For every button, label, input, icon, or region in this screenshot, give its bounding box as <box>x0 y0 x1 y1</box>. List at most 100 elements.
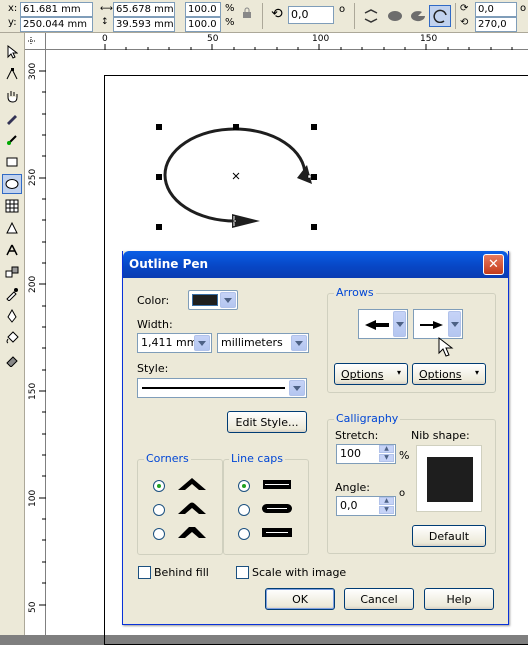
triangle-right-icon: ▾ <box>474 368 479 377</box>
angle-field[interactable]: 0,0 ▲ ▼ <box>336 496 396 516</box>
rotation-icon: ⟲ <box>271 6 283 22</box>
round-cap-icon <box>262 504 292 513</box>
y-label: y: <box>8 17 17 28</box>
x-position-field[interactable]: 61.681 mm <box>20 2 93 17</box>
units-value: millimeters <box>221 336 283 349</box>
end-angle-field[interactable]: 270,0 <box>475 17 517 32</box>
end-arrow-selector[interactable] <box>413 309 463 339</box>
outline-pen-dialog: Outline Pen ✕ Color: Width: 1,411 mm mil… <box>122 251 509 625</box>
angle-value: 0,0 <box>340 499 358 512</box>
object-height-field[interactable]: 39.593 mm <box>113 17 175 32</box>
corner-miter-radio[interactable] <box>153 480 165 492</box>
help-button[interactable]: Help <box>424 588 494 610</box>
chevron-down-icon <box>194 335 210 351</box>
behind-fill-checkbox[interactable] <box>138 566 151 579</box>
cap-butt-radio[interactable] <box>238 480 250 492</box>
selection-handle[interactable] <box>156 124 162 130</box>
edit-style-button[interactable]: Edit Style... <box>227 411 307 433</box>
mouse-cursor-icon <box>438 336 454 357</box>
rectangle-tool-icon[interactable] <box>2 152 22 172</box>
h-ruler-tick: 100 <box>312 34 330 44</box>
round-corner-icon <box>178 502 206 514</box>
basic-shapes-icon[interactable] <box>2 218 22 238</box>
ok-button[interactable]: OK <box>265 588 335 610</box>
width-combo[interactable]: 1,411 mm <box>137 333 212 353</box>
line-style-combo[interactable] <box>137 378 307 398</box>
selection-handle[interactable] <box>311 224 317 230</box>
eyedropper-icon[interactable] <box>2 284 22 304</box>
corner-bevel-radio[interactable] <box>153 528 165 540</box>
bevel-corner-icon <box>178 527 206 538</box>
pie-mode-icon[interactable] <box>407 5 429 27</box>
spin-down-icon[interactable]: ▼ <box>379 454 394 462</box>
dialog-titlebar[interactable]: Outline Pen ✕ <box>123 251 508 278</box>
text-tool-icon[interactable] <box>2 240 22 260</box>
rotation-field[interactable]: 0,0 <box>288 6 334 24</box>
selection-handle[interactable] <box>311 124 317 130</box>
property-bar: x: y: 61.681 mm 250.044 mm ⟷ ↕ 65.678 mm… <box>0 0 528 33</box>
stretch-field[interactable]: 100 ▲ ▼ <box>336 444 396 464</box>
interactive-fill-icon[interactable] <box>2 350 22 370</box>
start-angle-field[interactable]: 0,0 <box>475 2 517 17</box>
freehand-tool-icon[interactable] <box>2 108 22 128</box>
miter-corner-icon <box>178 478 206 490</box>
end-arrow-options-button[interactable]: Options ▾ <box>412 363 486 385</box>
start-arrow-options-button[interactable]: Options ▾ <box>334 363 408 385</box>
start-degree: o <box>520 3 527 14</box>
close-icon: ✕ <box>488 257 499 272</box>
nib-square-icon <box>427 457 473 502</box>
arc-shape[interactable] <box>150 120 330 235</box>
chevron-down-icon <box>448 311 461 337</box>
fill-tool-icon[interactable] <box>2 328 22 348</box>
selection-handle[interactable] <box>156 174 162 180</box>
selection-handle[interactable] <box>233 124 239 130</box>
pan-tool-icon[interactable] <box>2 86 22 106</box>
ellipse-tool-icon[interactable] <box>2 174 22 194</box>
scale-x-field[interactable]: 100.0 <box>185 2 221 17</box>
chevron-down-icon <box>220 292 236 308</box>
cancel-button[interactable]: Cancel <box>344 588 414 610</box>
lock-ratio-icon[interactable] <box>238 4 256 22</box>
shape-tool-icon[interactable] <box>2 64 22 84</box>
corner-round-radio[interactable] <box>153 504 165 516</box>
start-arrow-selector[interactable] <box>358 309 408 339</box>
ellipse-mode-icon[interactable] <box>384 5 406 27</box>
end-angle-icon: ⟲ <box>460 17 469 28</box>
stretch-unit: % <box>399 449 410 462</box>
v-ruler-tick: 200 <box>28 275 38 293</box>
width-value: 1,411 mm <box>141 336 198 349</box>
cap-round-radio[interactable] <box>238 504 250 516</box>
outline-pen-icon[interactable] <box>2 306 22 326</box>
line-style-preview <box>142 387 285 389</box>
color-picker[interactable] <box>188 290 238 310</box>
x-label: x: <box>8 3 18 14</box>
y-position-field[interactable]: 250.044 mm <box>20 17 93 32</box>
color-swatch-fill <box>193 295 217 305</box>
spin-down-icon[interactable]: ▼ <box>379 506 394 514</box>
spin-up-icon[interactable]: ▲ <box>379 497 394 505</box>
cap-square-radio[interactable] <box>238 528 250 540</box>
mirror-icon[interactable] <box>360 5 382 27</box>
graph-paper-icon[interactable] <box>2 196 22 216</box>
selection-handle[interactable] <box>311 174 317 180</box>
ruler-origin-icon[interactable] <box>25 33 46 50</box>
v-ruler-tick: 50 <box>28 601 38 613</box>
default-button[interactable]: Default <box>412 525 486 547</box>
line-caps-title: Line caps <box>229 452 285 465</box>
interactive-blend-icon[interactable] <box>2 262 22 282</box>
pick-tool-icon[interactable] <box>2 42 22 62</box>
corners-title: Corners <box>144 452 191 465</box>
scale-y-field[interactable]: 100.0 <box>185 17 221 32</box>
spin-up-icon[interactable]: ▲ <box>379 445 394 453</box>
selection-handle[interactable] <box>156 224 162 230</box>
chevron-down-icon <box>393 311 406 337</box>
degree-sign: o <box>339 4 346 15</box>
smart-fill-icon[interactable] <box>2 130 22 150</box>
scale-with-image-checkbox[interactable] <box>236 566 249 579</box>
triangle-right-icon: ▾ <box>396 368 401 377</box>
arc-mode-icon[interactable] <box>429 5 451 27</box>
nib-shape-preview[interactable] <box>416 445 482 512</box>
close-button[interactable]: ✕ <box>483 254 504 275</box>
units-combo[interactable]: millimeters <box>217 333 309 353</box>
object-width-field[interactable]: 65.678 mm <box>113 2 175 17</box>
